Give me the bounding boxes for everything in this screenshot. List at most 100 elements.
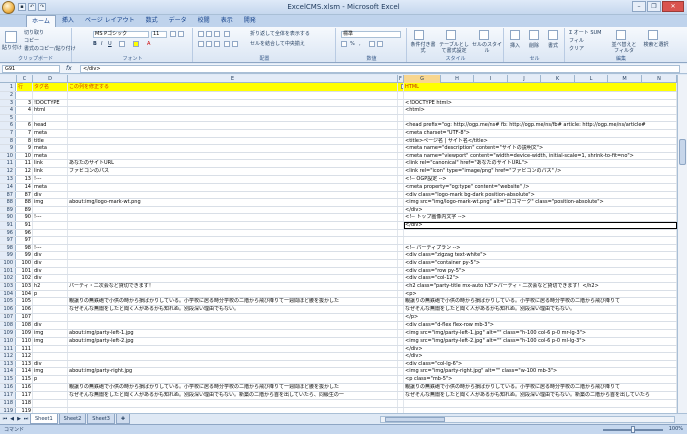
italic-icon[interactable]: I: [101, 41, 102, 47]
sheet-tab[interactable]: Sheet2: [58, 414, 87, 424]
wrap-text-button[interactable]: 折り返して全体を表示する: [250, 31, 310, 37]
column-header[interactable]: N: [642, 75, 677, 83]
last-sheet-icon[interactable]: ⏭: [23, 415, 29, 423]
cell-html[interactable]: <img src="img/party-left-1.jpg" alt="" c…: [404, 329, 677, 337]
cell-content[interactable]: [68, 214, 398, 221]
column-header[interactable]: D: [33, 75, 68, 83]
row-number[interactable]: 4: [0, 107, 16, 114]
cell-row-index[interactable]: 11: [17, 160, 33, 168]
cell-content[interactable]: [68, 176, 398, 183]
cell-tag[interactable]: [33, 384, 68, 391]
cell-tag[interactable]: html: [33, 107, 68, 114]
cell-row-index[interactable]: [17, 114, 33, 122]
font-name-select[interactable]: MS Pゴシック: [93, 31, 149, 38]
prev-sheet-icon[interactable]: ◀: [9, 415, 15, 423]
fill-button[interactable]: フィル: [569, 38, 584, 44]
orientation-icon[interactable]: [224, 31, 230, 37]
cell-content[interactable]: [68, 314, 398, 321]
conditional-format-icon[interactable]: [414, 30, 424, 40]
cell-html[interactable]: 親譲りの無鉄砲で小供の時から損ばかりしている。小学校に居る時分学校の二階から飛び…: [404, 298, 677, 306]
insert-cells-button[interactable]: 挿入: [510, 43, 520, 49]
clear-button[interactable]: クリア: [569, 46, 584, 52]
column-header[interactable]: L: [575, 75, 608, 83]
cell-tag[interactable]: !---: [33, 176, 68, 183]
indent-increase-icon[interactable]: [232, 41, 238, 47]
cell-row-index[interactable]: 111: [17, 345, 33, 353]
cell-html[interactable]: <!-- OGP設定 -->: [404, 176, 677, 183]
cell-row-index[interactable]: 91: [17, 222, 33, 229]
row-number[interactable]: 7: [0, 130, 16, 137]
cell-tag[interactable]: div: [33, 260, 68, 267]
horizontal-scrollbar[interactable]: [380, 416, 675, 423]
cell-row-index[interactable]: 115: [17, 376, 33, 383]
cell-content[interactable]: なぜそんな無闇をしたと聞く人があるかも知れぬ。別段深い理由でもない。: [68, 306, 398, 314]
cell-content[interactable]: [68, 345, 398, 353]
row-number[interactable]: 1: [0, 83, 16, 91]
cell-html[interactable]: <!-- トップ画像内文字 -->: [404, 214, 677, 221]
paste-icon[interactable]: [5, 31, 17, 43]
cell-row-index[interactable]: 108: [17, 322, 33, 329]
cell-content[interactable]: [68, 107, 398, 114]
cell-tag[interactable]: [33, 400, 68, 407]
cell-content[interactable]: [68, 114, 398, 122]
cell-html[interactable]: [404, 92, 677, 99]
row-number[interactable]: 89: [0, 206, 16, 214]
cell-html[interactable]: <!DOCTYPE html>: [404, 99, 677, 107]
row-number[interactable]: 88: [0, 199, 16, 206]
next-sheet-icon[interactable]: ▶: [16, 415, 22, 423]
row-number[interactable]: 91: [0, 222, 16, 229]
table-format-icon[interactable]: [446, 30, 456, 40]
cell-content[interactable]: about:img/party-right.jpg: [68, 368, 398, 376]
cell-html[interactable]: <html>: [404, 107, 677, 114]
cell-tag[interactable]: link: [33, 160, 68, 168]
cell-tag[interactable]: img: [33, 337, 68, 345]
cell-content[interactable]: [68, 322, 398, 329]
cell-html[interactable]: <div class="row py-5">: [404, 267, 677, 275]
cell-edit-label[interactable]: この列を修正する: [68, 83, 398, 91]
cell-row-index[interactable]: 112: [17, 353, 33, 360]
cell-row-index[interactable]: 3: [17, 99, 33, 107]
cell-tag[interactable]: [33, 314, 68, 321]
cell-row-index[interactable]: 114: [17, 368, 33, 376]
insert-cells-icon[interactable]: [510, 30, 520, 40]
cell-content[interactable]: about:img/logo-mark-wt.png: [68, 199, 398, 206]
cell-tag[interactable]: !---: [33, 214, 68, 221]
fill-color-icon[interactable]: [133, 41, 139, 47]
cell-tag[interactable]: !DOCTYPE: [33, 99, 68, 107]
row-number[interactable]: 117: [0, 392, 16, 399]
row-number[interactable]: 99: [0, 252, 16, 259]
underline-icon[interactable]: U: [108, 41, 112, 47]
ribbon-tab[interactable]: 挿入: [57, 15, 79, 27]
cell-tag-label[interactable]: タグ名: [33, 83, 68, 91]
column-header[interactable]: J: [508, 75, 541, 83]
cell-tag[interactable]: p: [33, 376, 68, 383]
cell-tag[interactable]: head: [33, 122, 68, 129]
row-number[interactable]: 108: [0, 322, 16, 329]
cell-row-index[interactable]: 109: [17, 329, 33, 337]
ribbon-tab[interactable]: データ: [164, 15, 192, 27]
close-button[interactable]: ✕: [662, 1, 684, 12]
cell-html[interactable]: 親譲りの無鉄砲で小供の時から損ばかりしている。小学校に居る時分学校の二階から飛び…: [404, 384, 677, 391]
copy-button[interactable]: コピー: [24, 38, 39, 44]
cell-content[interactable]: [68, 145, 398, 152]
cell-tag[interactable]: img: [33, 368, 68, 376]
cell-content[interactable]: [68, 184, 398, 191]
row-number[interactable]: 2: [0, 92, 16, 99]
cell-html[interactable]: </div>: [404, 206, 677, 214]
cell-styles-button[interactable]: セルのスタイル: [472, 42, 502, 54]
cell-html[interactable]: </div>: [404, 345, 677, 353]
cell-tag[interactable]: [33, 229, 68, 237]
cell-row-index[interactable]: 96: [17, 229, 33, 237]
cell-content[interactable]: [68, 267, 398, 275]
cell-html[interactable]: [404, 229, 677, 237]
cell-content[interactable]: [68, 360, 398, 368]
cell-row-index[interactable]: 110: [17, 337, 33, 345]
row-number[interactable]: 6: [0, 122, 16, 129]
row-number[interactable]: 103: [0, 282, 16, 290]
row-number[interactable]: 102: [0, 275, 16, 282]
vertical-scrollbar[interactable]: [677, 75, 687, 413]
function-icon[interactable]: fx: [66, 65, 72, 72]
cell-tag[interactable]: div: [33, 275, 68, 282]
cell-content[interactable]: [68, 191, 398, 199]
font-grow-icon[interactable]: [170, 31, 176, 37]
